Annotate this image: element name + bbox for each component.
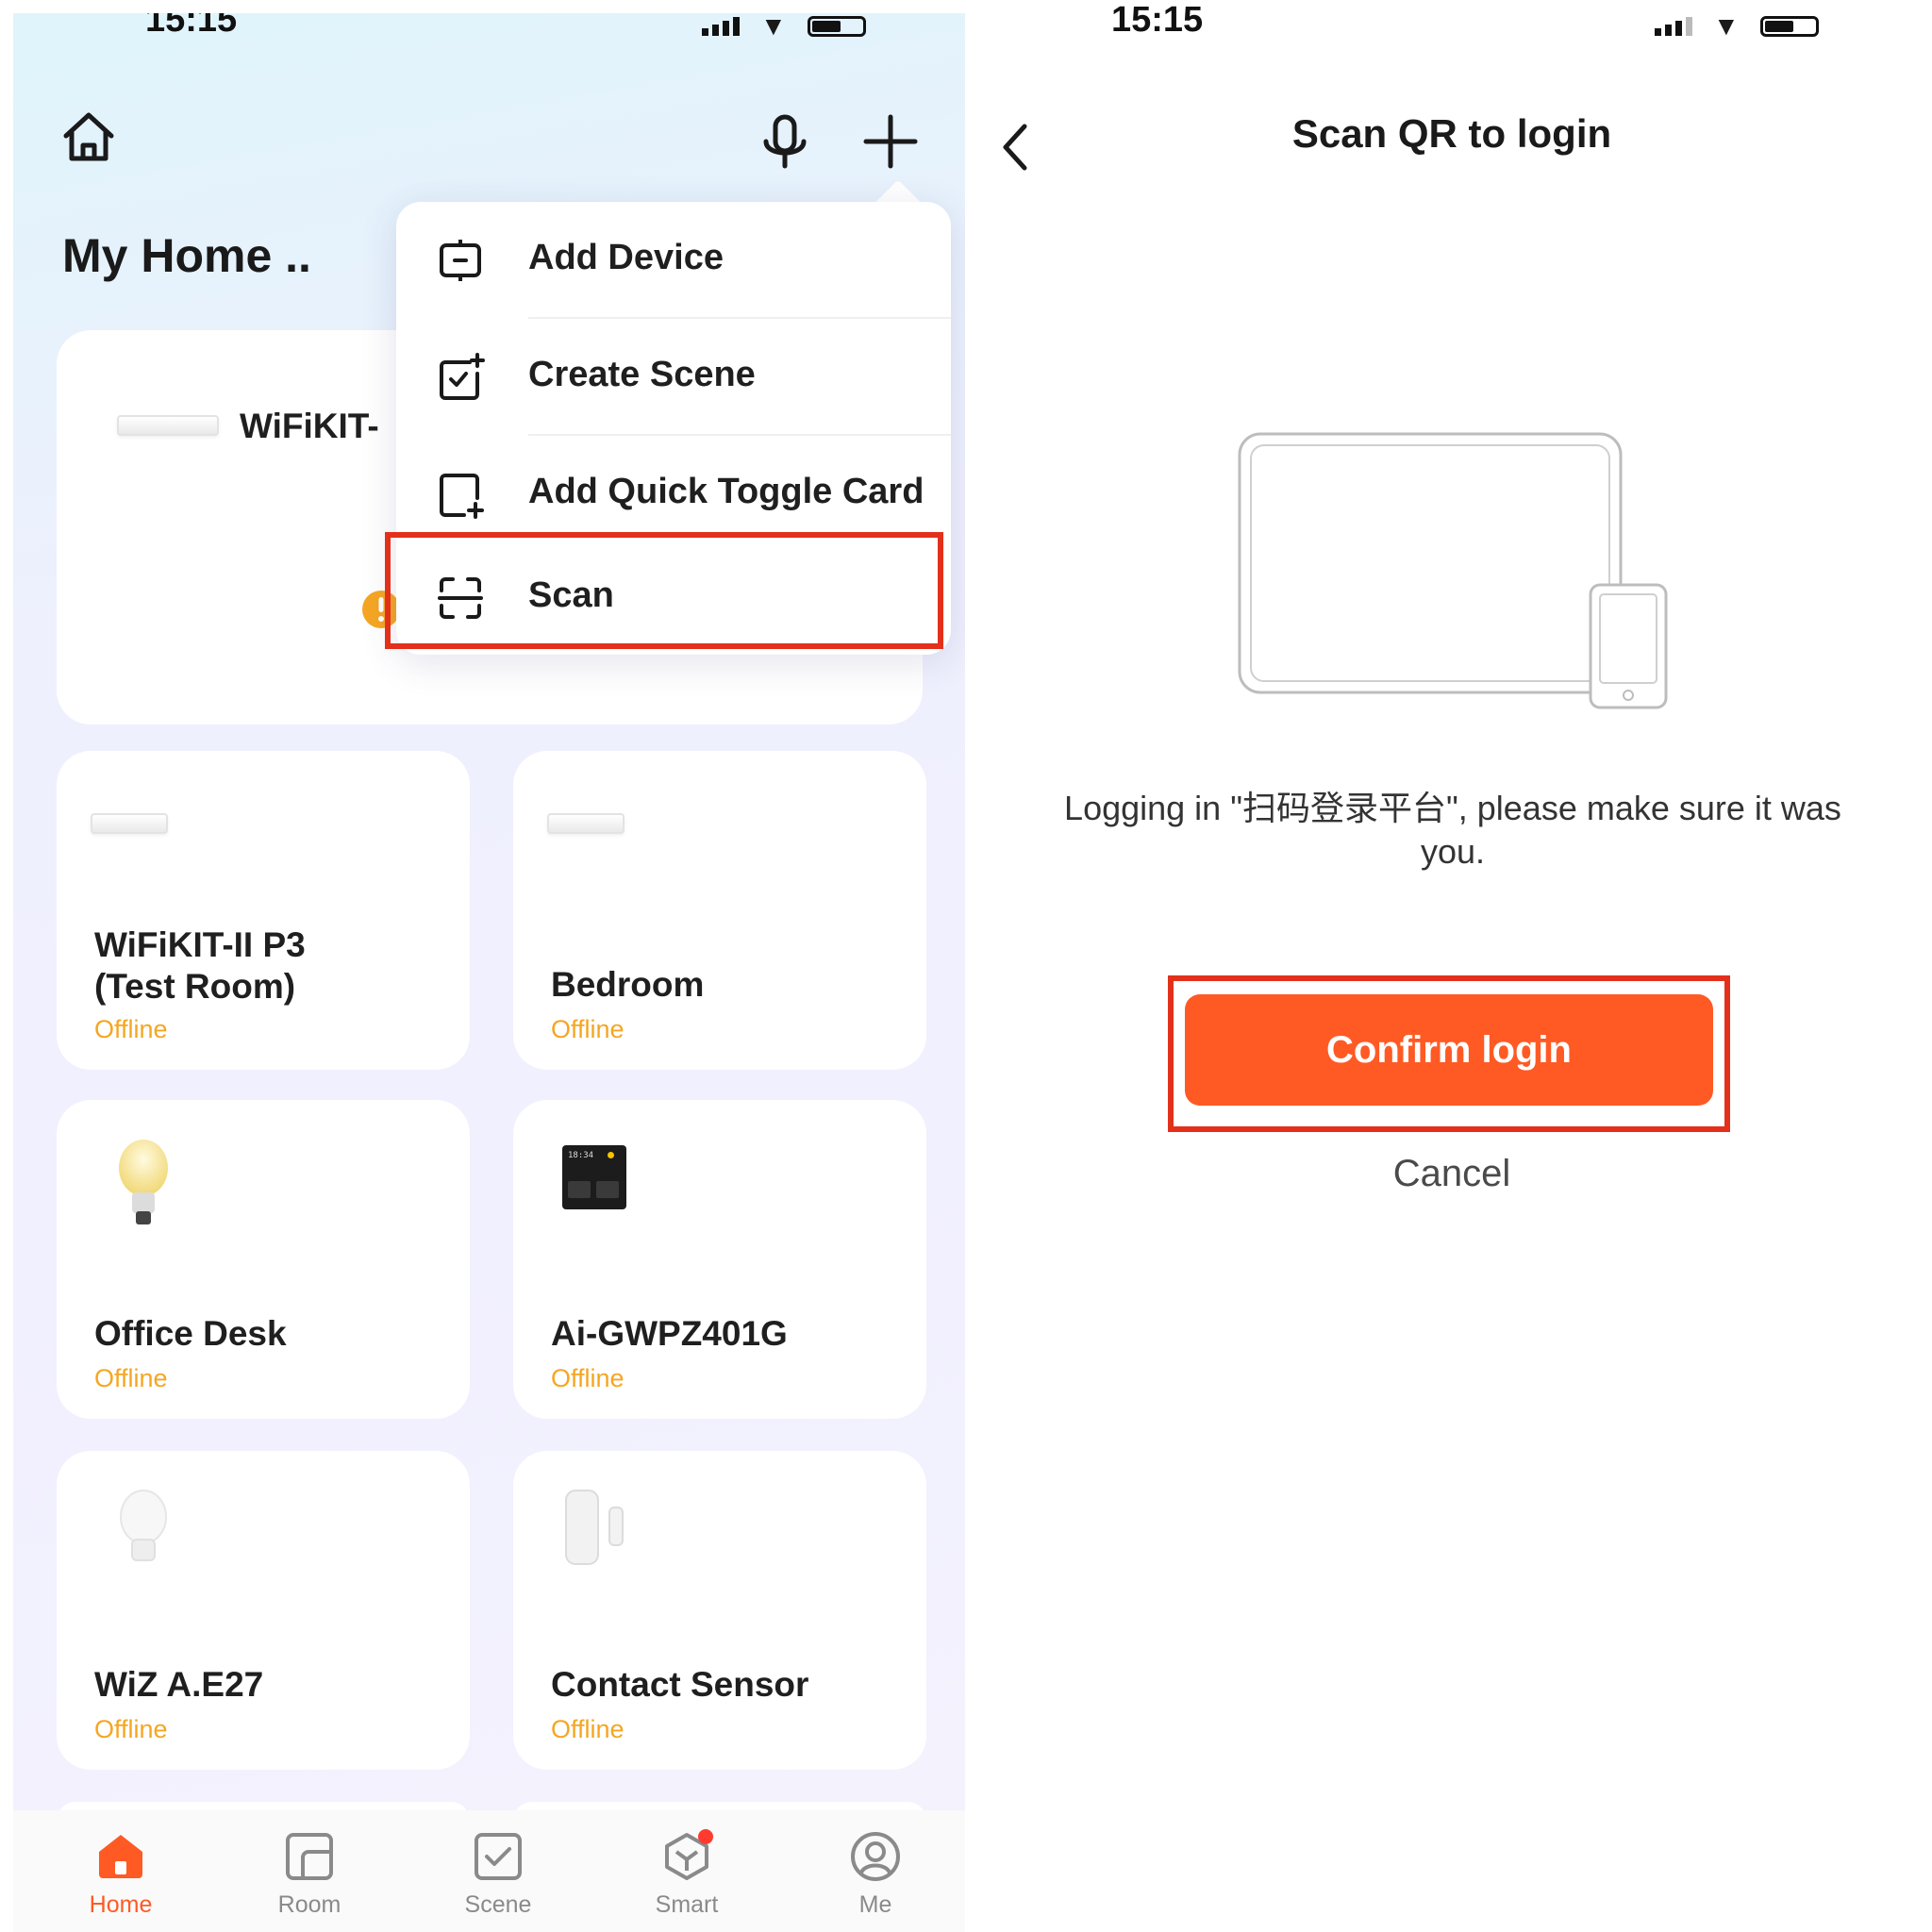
menu-item-create-scene[interactable]: Create Scene bbox=[396, 319, 951, 434]
menu-item-label: Add Quick Toggle Card bbox=[528, 472, 924, 511]
devices-illustration bbox=[1238, 432, 1668, 709]
status-time: 15:15 bbox=[1111, 0, 1204, 40]
tab-scene[interactable]: Scene bbox=[432, 1829, 564, 1919]
cancel-button[interactable]: Cancel bbox=[972, 1153, 1932, 1195]
tab-bar: Home Room Scene Smart Me bbox=[13, 1810, 965, 1932]
device-card[interactable]: Bedroom Offline bbox=[513, 751, 926, 1070]
device-card[interactable]: WiFiKIT-II P3 (Test Room) Offline bbox=[57, 751, 470, 1070]
tab-label: Me bbox=[858, 1891, 892, 1918]
device-status: Offline bbox=[551, 1364, 625, 1392]
device-status: Offline bbox=[94, 1015, 168, 1043]
battery-icon bbox=[807, 16, 866, 37]
room-tab-icon bbox=[286, 1833, 333, 1880]
scan-login-screen: 15:15 ▼ Scan QR to login Logging in "扫码登… bbox=[972, 0, 1932, 1932]
wifi-icon: ▼ bbox=[760, 13, 787, 41]
home-screen: 15:15 ▼ My Home .. WiFiKIT- WiFiKIT-II P… bbox=[13, 13, 965, 1932]
device-name: Bedroom bbox=[551, 965, 705, 1004]
tab-label: Smart bbox=[655, 1891, 719, 1918]
ac-unit-image bbox=[91, 813, 168, 834]
signal-icon bbox=[1655, 17, 1692, 36]
status-icons: ▼ bbox=[1655, 13, 1819, 40]
device-name: Contact Sensor bbox=[551, 1665, 809, 1704]
tab-me[interactable]: Me bbox=[809, 1829, 941, 1919]
me-tab-icon bbox=[851, 1832, 900, 1881]
create-scene-icon bbox=[440, 353, 485, 400]
device-status: Offline bbox=[551, 1715, 625, 1743]
microphone-icon[interactable] bbox=[755, 111, 815, 172]
device-status: Offline bbox=[551, 1015, 625, 1043]
menu-item-label: Create Scene bbox=[528, 355, 756, 394]
device-name: Ai-GWPZ401G bbox=[551, 1314, 788, 1353]
white-bulb-image bbox=[120, 1490, 167, 1561]
wifi-icon: ▼ bbox=[1713, 11, 1740, 41]
device-card[interactable]: WiZ A.E27 Offline bbox=[57, 1451, 470, 1770]
signal-icon bbox=[702, 17, 740, 36]
tab-label: Room bbox=[277, 1891, 341, 1918]
device-name: WiZ A.E27 bbox=[94, 1665, 264, 1704]
quick-toggle-icon bbox=[440, 474, 484, 519]
add-device-icon bbox=[440, 240, 481, 281]
device-status: Offline bbox=[94, 1715, 168, 1743]
battery-icon bbox=[1759, 16, 1819, 37]
menu-item-add-device[interactable]: Add Device bbox=[396, 202, 951, 317]
color-bulb-image bbox=[119, 1140, 168, 1224]
device-card[interactable]: Office Desk Offline bbox=[57, 1100, 470, 1419]
tab-room[interactable]: Room bbox=[243, 1829, 375, 1919]
home-switch-icon[interactable] bbox=[58, 108, 119, 168]
status-time: 15:15 bbox=[145, 13, 238, 40]
tab-label: Scene bbox=[464, 1891, 532, 1918]
device-name: WiFiKIT-II P3 (Test Room) bbox=[94, 925, 306, 1006]
device-card[interactable]: 18:34 Ai-GWPZ401G Offline bbox=[513, 1100, 926, 1419]
menu-item-label: Add Device bbox=[528, 238, 724, 277]
status-icons: ▼ bbox=[702, 13, 866, 40]
ac-unit-image bbox=[547, 813, 625, 834]
device-status: Offline bbox=[94, 1364, 168, 1392]
add-icon[interactable] bbox=[862, 113, 919, 170]
page-title: Scan QR to login bbox=[1291, 111, 1612, 156]
home-tab-icon bbox=[99, 1835, 142, 1878]
device-name: Office Desk bbox=[94, 1314, 287, 1353]
home-title[interactable]: My Home .. bbox=[62, 228, 311, 283]
scan-highlight-box bbox=[385, 532, 943, 649]
tab-label: Home bbox=[89, 1891, 153, 1918]
canvas: 15:15 ▼ My Home .. WiFiKIT- WiFiKIT-II P… bbox=[0, 0, 1932, 1932]
tab-home[interactable]: Home bbox=[55, 1829, 187, 1919]
panel-device-image: 18:34 bbox=[562, 1145, 626, 1209]
device-card[interactable]: Contact Sensor Offline bbox=[513, 1451, 926, 1770]
tab-smart[interactable]: Smart bbox=[621, 1829, 753, 1919]
ac-unit-image bbox=[117, 415, 219, 436]
scene-tab-icon bbox=[475, 1833, 522, 1880]
featured-device-name: WiFiKIT- bbox=[240, 407, 379, 445]
login-message: Logging in "扫码登录平台", please make sure it… bbox=[1064, 789, 1841, 871]
smart-tab-icon bbox=[665, 1829, 713, 1880]
confirm-login-button[interactable]: Confirm login bbox=[1185, 994, 1713, 1106]
contact-sensor-image bbox=[565, 1490, 624, 1565]
